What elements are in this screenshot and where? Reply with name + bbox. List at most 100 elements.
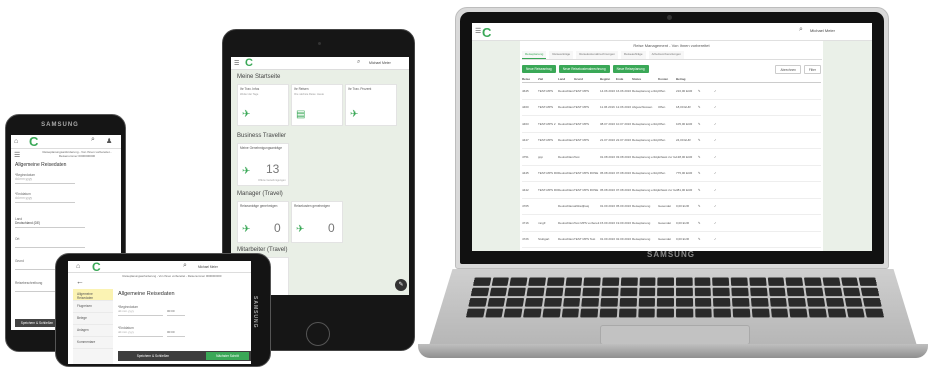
app-logo[interactable]: C xyxy=(29,135,38,149)
menu-icon[interactable]: ☰ xyxy=(14,151,20,159)
new-travel-request-button[interactable]: Neue Reiseantrag xyxy=(522,65,556,73)
keyboard-key xyxy=(526,287,545,297)
table-cell: Reiseplanung erfolgt xyxy=(632,171,658,176)
search-icon[interactable]: ⌕ xyxy=(799,26,803,34)
new-expense-report-button[interactable]: Neue Reisekostenabrechnung xyxy=(558,65,610,73)
tab-reisekostenabrechnungen[interactable]: Reisekostenabrechnungen xyxy=(576,51,618,59)
edit-icon[interactable]: ✎ xyxy=(698,105,714,109)
app-logo[interactable]: C xyxy=(482,25,491,40)
check-icon[interactable]: ✓ xyxy=(714,138,730,142)
table-row[interactable]: 4645 TEST-MPS Deutschland TEST MPS 14.06 201… xyxy=(522,83,821,100)
check-icon[interactable]: ✓ xyxy=(714,204,730,208)
check-icon[interactable]: ✓ xyxy=(714,122,730,126)
edit-icon[interactable]: ✎ xyxy=(698,122,714,126)
app-logo[interactable]: C xyxy=(245,57,253,69)
table-row[interactable]: 4463 TEST-MPS 2 Deutschland TEST MPS 08.07 2… xyxy=(522,116,821,133)
next-step-button[interactable]: Nächster Schritt xyxy=(206,352,249,360)
table-row[interactable]: 4442 TEST-MPS ROSEDeutschlandTEST MPS ROS… xyxy=(522,182,821,199)
tab-reiseplanung[interactable]: Reiseplanung xyxy=(522,51,547,59)
column-header[interactable]: Reise xyxy=(522,77,538,81)
edit-icon[interactable]: ✎ xyxy=(698,89,714,93)
column-header[interactable]: Beginn xyxy=(600,77,616,81)
user-icon[interactable]: ♟ xyxy=(106,137,112,145)
tab-reiseantraege[interactable]: Reiseanträge xyxy=(549,51,574,59)
check-icon[interactable]: ✓ xyxy=(714,89,730,93)
table-row[interactable]: 4447 TEST-MPS Deutschland TEST MPS 21.07 201… xyxy=(522,133,821,149)
table-row[interactable]: 4716 mngfr Deutschland Test MPS vorbereit 15… xyxy=(522,215,821,232)
save-close-button[interactable]: Speichern & Schließen xyxy=(15,319,59,327)
edit-icon[interactable]: ✎ xyxy=(698,155,714,159)
end-date-input[interactable]: dd.mm.yyyy xyxy=(118,330,163,337)
start-date-input[interactable]: dd.mm.yyyy xyxy=(15,177,75,184)
settle-button[interactable]: Abrechnen xyxy=(775,65,801,74)
edit-icon[interactable]: ✎ xyxy=(698,237,714,241)
user-menu[interactable]: Michael Meier xyxy=(198,265,218,269)
start-time-input[interactable]: 00:00 xyxy=(167,309,185,316)
nav-comments[interactable]: Kommentare xyxy=(73,337,113,349)
check-icon[interactable]: ✓ xyxy=(714,171,730,175)
menu-icon[interactable]: ☰ xyxy=(475,27,481,35)
user-menu[interactable]: Michael Meier xyxy=(369,61,391,65)
tile-my-trips[interactable]: Ihr Reisen Ihre nächste Reise: Heute ▤ xyxy=(291,84,343,126)
end-date-input[interactable]: dd.mm.yyyy xyxy=(15,196,75,203)
column-header[interactable]: Ende xyxy=(616,77,632,81)
tile-approve-expenses[interactable]: Reisekosten genehmigen ✈ 0 xyxy=(291,201,343,243)
edit-icon[interactable]: ✎ xyxy=(698,221,714,225)
table-row[interactable]: 4751 ppp Deutschland Test 01.08 2016 03.08 20… xyxy=(522,149,821,166)
table-cell: TEST-MPS 2 xyxy=(538,121,556,126)
tile-approval-requests[interactable]: Meine Genehmigungsanträge ✈ 13 Offene Ge… xyxy=(237,143,289,186)
tile-travel-percent[interactable]: Ihr Trav. Prozent ✈ xyxy=(345,84,397,126)
edit-icon[interactable]: ✎ xyxy=(698,138,714,142)
end-time-input[interactable]: 00:00 xyxy=(167,330,185,337)
nav-receipts[interactable]: Belege xyxy=(73,313,113,325)
keyboard-key xyxy=(804,277,822,286)
tab-arbeitsvorbereitungen[interactable]: Arbeitsvorbereitungen xyxy=(648,51,684,59)
breadcrumb: Reiseplanungsanforderung - Von Ihnen vor… xyxy=(122,274,222,278)
edit-icon[interactable]: ✎ xyxy=(698,188,714,192)
table-row[interactable]: 4460 TEST-MPS Deutschland TEST MPS 11.06 201… xyxy=(522,100,821,116)
column-header[interactable]: Status xyxy=(632,77,658,81)
column-header[interactable]: Betrag xyxy=(676,77,698,81)
city-input[interactable] xyxy=(15,241,85,248)
user-menu[interactable]: Michael Meier xyxy=(810,28,835,33)
table-cell: 02.09 2016 xyxy=(616,237,632,242)
keyboard-key xyxy=(844,298,863,307)
save-close-button[interactable]: Speichern & Schließen xyxy=(118,351,188,361)
search-icon[interactable]: ⌕ xyxy=(91,136,95,144)
start-date-input[interactable]: dd.mm.yyyy xyxy=(118,309,163,316)
column-header[interactable]: Kosten xyxy=(658,77,676,81)
column-header[interactable]: Ziel xyxy=(538,77,558,81)
app-logo[interactable]: C xyxy=(92,261,101,274)
table-row[interactable]: 4445 TEST-MPS ROSEDeutschlandTEST MPS ROS… xyxy=(522,166,821,182)
tile-approve-requests[interactable]: Reiseanträge genehmigen ✈ 0 xyxy=(237,201,289,243)
keyboard-key xyxy=(620,277,638,286)
home-icon[interactable]: ⌂ xyxy=(14,138,18,145)
home-icon[interactable]: ⌂ xyxy=(76,263,80,270)
column-header[interactable]: Grund xyxy=(574,77,600,81)
table-row[interactable]: 4705 Deutschland ahfksdjhasj 01.09 2016 05.0… xyxy=(522,199,821,215)
country-input[interactable]: Deutschland (DE) xyxy=(15,221,85,228)
nav-flights[interactable]: Flugreisen xyxy=(73,301,113,313)
nav-general-data[interactable]: Allgemeine Reisedaten xyxy=(73,289,113,301)
tile-travel-info[interactable]: Ihr Trav. Infos Wetter der Tage ✈ xyxy=(237,84,289,126)
check-icon[interactable]: ✓ xyxy=(714,237,730,241)
search-icon[interactable]: ⌕ xyxy=(357,59,360,66)
edit-icon[interactable]: ✎ xyxy=(395,279,407,291)
new-travel-plan-button[interactable]: Neue Reiseplanung xyxy=(612,65,649,73)
edit-icon[interactable]: ✎ xyxy=(698,204,714,208)
check-icon[interactable]: ✓ xyxy=(714,155,730,159)
back-arrow-icon[interactable]: ← xyxy=(76,277,84,286)
edit-icon[interactable]: ✎ xyxy=(698,171,714,175)
menu-icon[interactable]: ☰ xyxy=(234,60,239,67)
nav-attachments[interactable]: Anlagen xyxy=(73,325,113,337)
tile-count: 13 xyxy=(266,162,280,176)
check-icon[interactable]: ✓ xyxy=(714,105,730,109)
check-icon[interactable]: ✓ xyxy=(714,221,730,225)
table-cell: 14.06 2016 xyxy=(600,88,616,93)
search-icon[interactable]: ⌕ xyxy=(183,262,187,270)
tab-reiseauftraege[interactable]: Reiseaufträge xyxy=(620,51,646,59)
filter-button[interactable]: Filter xyxy=(803,65,821,74)
column-header[interactable]: Land xyxy=(558,77,574,81)
table-row[interactable]: 4726 Stuttgart Deutschland TEST MPS Test 01.… xyxy=(522,232,821,248)
check-icon[interactable]: ✓ xyxy=(714,188,730,192)
